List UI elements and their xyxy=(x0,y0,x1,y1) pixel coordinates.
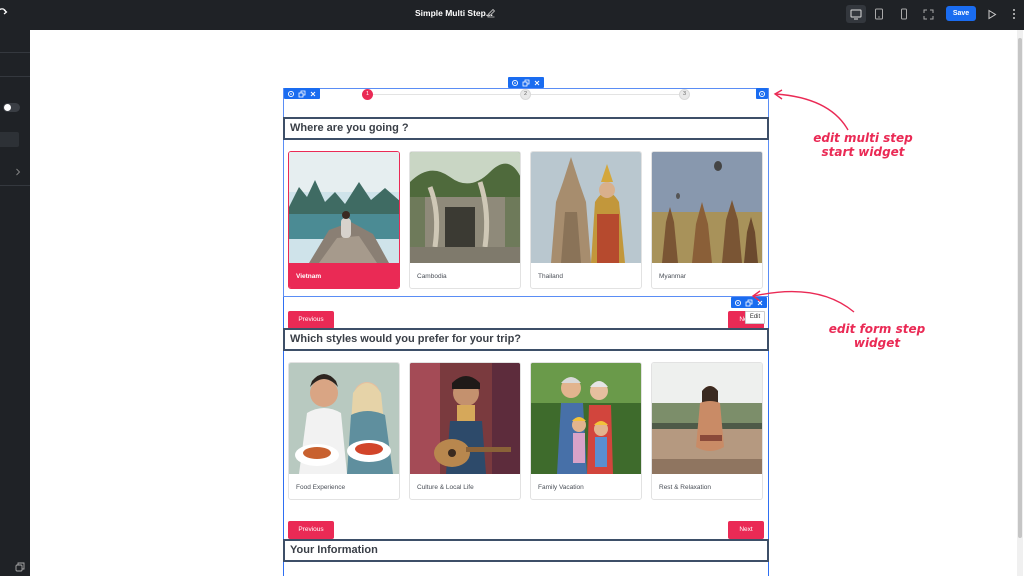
top-toolbar: Simple Multi Step... Save xyxy=(0,0,1024,30)
pencil-icon[interactable] xyxy=(486,8,496,18)
option-label: Food Experience xyxy=(296,484,346,491)
settings-icon[interactable] xyxy=(734,299,742,307)
option-card-family-vacation[interactable]: Family Vacation xyxy=(530,362,642,500)
option-card-rest-relaxation[interactable]: Rest & Relaxation xyxy=(651,362,763,500)
widget-toolbar[interactable] xyxy=(284,88,320,99)
next-button[interactable]: Next xyxy=(728,521,764,539)
document-title[interactable]: Simple Multi Step... xyxy=(415,8,493,18)
mobile-icon[interactable] xyxy=(894,5,914,23)
rest-relaxation-image xyxy=(652,363,762,474)
more-vertical-icon[interactable] xyxy=(1004,5,1024,23)
step-indicator-1[interactable]: 1 xyxy=(362,89,373,100)
step-indicator-2[interactable]: 2 xyxy=(520,89,531,100)
culture-local-life-image xyxy=(410,363,520,474)
annotation-form-step: edit form step widget xyxy=(822,322,932,350)
option-card-vietnam[interactable]: Vietnam xyxy=(288,151,400,289)
layers-icon[interactable] xyxy=(15,562,25,572)
option-label: Vietnam xyxy=(289,263,399,288)
option-card-myanmar[interactable]: Myanmar xyxy=(651,151,763,289)
step-indicator-3[interactable]: 3 xyxy=(679,89,690,100)
myanmar-image xyxy=(652,152,762,263)
duplicate-icon[interactable] xyxy=(298,90,306,98)
annotation-line: edit multi step xyxy=(813,131,913,145)
option-card-culture-local-life[interactable]: Culture & Local Life xyxy=(409,362,521,500)
annotation-line: widget xyxy=(853,336,901,350)
option-label: Family Vacation xyxy=(538,484,584,491)
step2-question: Which styles would you prefer for your t… xyxy=(283,328,769,351)
chevron-right-icon[interactable] xyxy=(15,168,21,176)
settings-icon[interactable] xyxy=(287,90,295,98)
annotation-line: edit form step xyxy=(828,322,926,336)
food-experience-image xyxy=(289,363,399,474)
close-icon[interactable] xyxy=(309,90,317,98)
fullscreen-icon[interactable] xyxy=(918,5,938,23)
duplicate-icon[interactable] xyxy=(522,79,530,87)
family-vacation-image xyxy=(531,363,641,474)
edit-multi-step-button[interactable] xyxy=(756,88,768,99)
divider xyxy=(0,52,30,53)
annotation-line: start widget xyxy=(821,145,905,159)
option-label: Thailand xyxy=(538,273,563,280)
thailand-image xyxy=(531,152,641,263)
step3-question: Your Information xyxy=(283,539,769,562)
option-card-thailand[interactable]: Thailand xyxy=(530,151,642,289)
cambodia-image xyxy=(410,152,520,263)
redo-icon[interactable] xyxy=(0,7,10,19)
scrollbar-thumb[interactable] xyxy=(1018,38,1022,538)
previous-button[interactable]: Previous xyxy=(288,311,334,329)
desktop-icon[interactable] xyxy=(846,5,866,23)
play-icon[interactable] xyxy=(982,5,1002,23)
settings-icon[interactable] xyxy=(511,79,519,87)
save-button[interactable]: Save xyxy=(946,6,976,21)
option-card-cambodia[interactable]: Cambodia xyxy=(409,151,521,289)
tablet-icon[interactable] xyxy=(869,5,889,23)
settings-icon[interactable] xyxy=(758,90,766,98)
annotation-arrow-2 xyxy=(751,290,855,313)
step1-question: Where are you going ? xyxy=(283,117,769,140)
previous-button[interactable]: Previous xyxy=(288,521,334,539)
option-card-food-experience[interactable]: Food Experience xyxy=(288,362,400,500)
option-label: Rest & Relaxation xyxy=(659,484,712,491)
option-label: Cambodia xyxy=(417,273,447,280)
sidebar-input[interactable] xyxy=(0,132,19,147)
left-sidebar xyxy=(0,30,30,576)
divider xyxy=(0,185,30,186)
vietnam-image xyxy=(289,152,399,263)
annotation-multi-step: edit multi step start widget xyxy=(808,131,918,159)
option-label: Myanmar xyxy=(659,273,687,280)
close-icon[interactable] xyxy=(533,79,541,87)
divider xyxy=(0,76,30,77)
toggle-switch[interactable] xyxy=(3,103,20,112)
section-toolbar[interactable] xyxy=(508,77,544,88)
option-label: Culture & Local Life xyxy=(417,484,474,491)
